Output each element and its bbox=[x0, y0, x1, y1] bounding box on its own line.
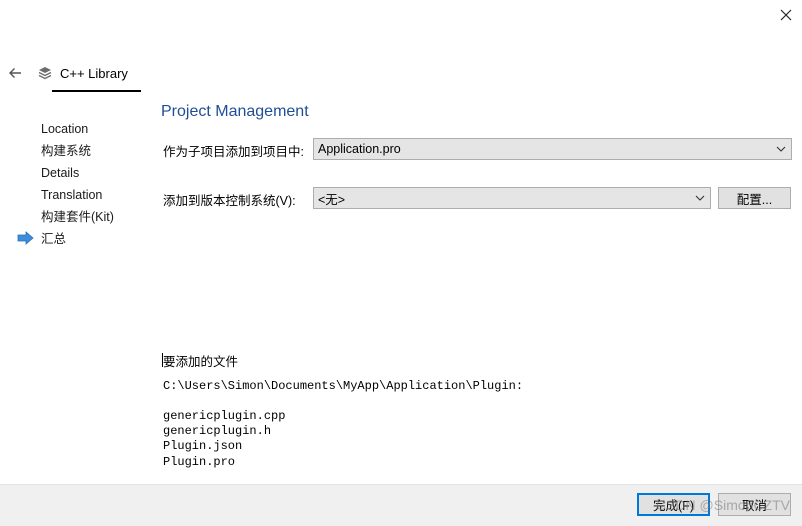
file-item: Plugin.pro bbox=[163, 455, 236, 469]
version-control-label: 添加到版本控制系统(V): bbox=[163, 194, 296, 208]
files-directory: C:\Users\Simon\Documents\MyApp\Applicati… bbox=[163, 379, 524, 393]
back-arrow-icon bbox=[9, 68, 21, 78]
cancel-button[interactable]: 取消 bbox=[718, 493, 791, 516]
wizard-title: C++ Library bbox=[60, 65, 128, 81]
page-title: Project Management bbox=[161, 103, 309, 120]
sidebar-item-details[interactable]: Details bbox=[41, 163, 79, 183]
back-button[interactable] bbox=[4, 62, 26, 84]
file-item: genericplugin.cpp bbox=[163, 409, 286, 423]
sidebar-item-build-system[interactable]: 构建系统 bbox=[41, 141, 91, 161]
file-item: Plugin.json bbox=[163, 439, 243, 453]
library-icon bbox=[38, 67, 52, 80]
chevron-down-icon bbox=[776, 146, 786, 152]
sidebar-item-location[interactable]: Location bbox=[41, 119, 88, 139]
close-button[interactable] bbox=[772, 2, 800, 28]
configure-button[interactable]: 配置... bbox=[718, 187, 791, 209]
close-icon bbox=[780, 9, 792, 21]
add-to-project-label: 作为子项目添加到项目中: bbox=[163, 145, 304, 159]
chevron-down-icon bbox=[695, 195, 705, 201]
file-item: genericplugin.h bbox=[163, 424, 272, 438]
files-heading-text: 要添加的文件 bbox=[163, 355, 239, 369]
sidebar-item-kits[interactable]: 构建套件(Kit) bbox=[41, 207, 114, 227]
wizard-header: C++ Library bbox=[38, 62, 128, 84]
text-cursor bbox=[162, 353, 163, 367]
header-underline bbox=[52, 90, 141, 92]
version-control-combo[interactable]: <无> bbox=[313, 187, 711, 209]
sidebar-item-summary[interactable]: 汇总 bbox=[41, 229, 66, 249]
finish-button[interactable]: 完成(F) bbox=[637, 493, 710, 516]
current-step-arrow-icon bbox=[17, 231, 34, 245]
sidebar-item-translation[interactable]: Translation bbox=[41, 185, 102, 205]
add-to-project-value: Application.pro bbox=[318, 142, 401, 156]
files-heading: 要添加的文件 bbox=[162, 351, 239, 370]
version-control-value: <无> bbox=[318, 192, 346, 207]
add-to-project-combo[interactable]: Application.pro bbox=[313, 138, 792, 160]
